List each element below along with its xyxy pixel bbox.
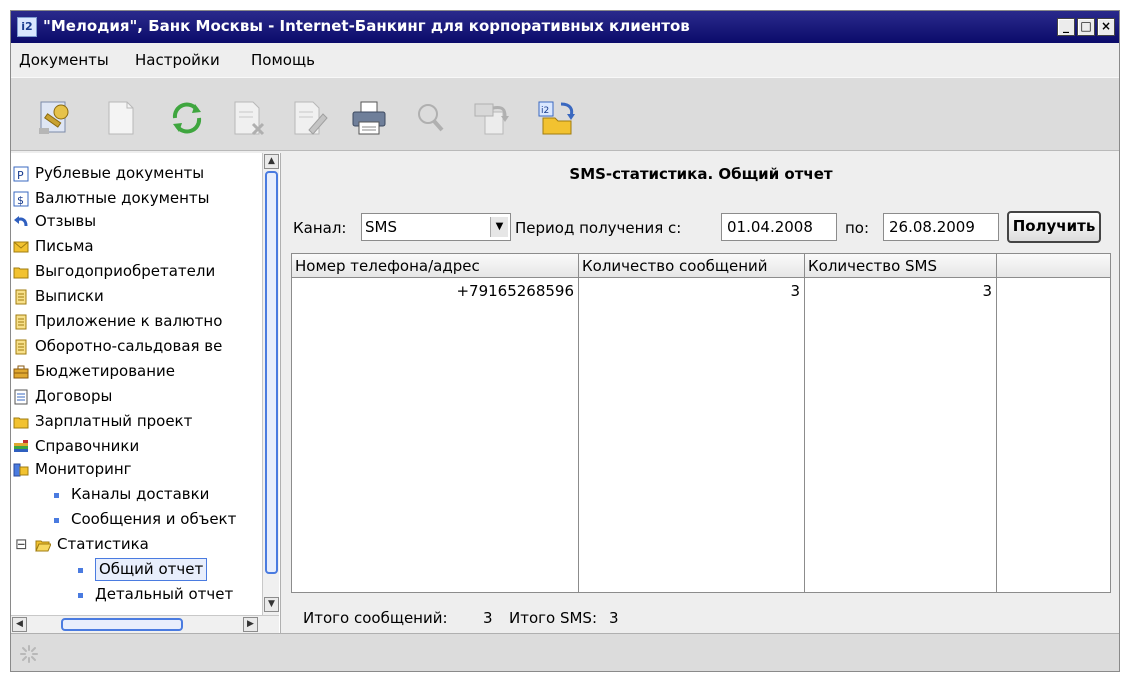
to-label: по: [845,219,870,237]
menu-bar: Документы Настройки Помощь [11,43,1119,77]
period-label: Период получения с: [515,219,682,237]
sms-statistics-panel: SMS-статистика. Общий отчет Канал: SMS ▼… [283,153,1119,633]
tree-item-label: Сообщения и объект [71,510,237,528]
svg-text:P: P [17,169,24,182]
monitoring-icon [13,463,29,477]
menu-help[interactable]: Помощь [251,51,315,69]
statement-icon [15,289,27,305]
ruble-doc-icon: P [13,166,29,182]
window-title: "Мелодия", Банк Москвы - Internet-Банкин… [43,17,690,35]
reference-books-icon [14,440,28,452]
export-icon[interactable] [469,96,513,140]
cell-phone: +79165268596 [456,282,574,300]
tree-item-label: Письма [35,237,94,255]
scroll-thumb[interactable] [265,171,278,574]
tree-item-label: Бюджетирование [35,362,176,380]
total-messages-label: Итого сообщений: [303,609,448,627]
search-icon[interactable] [409,96,453,140]
document-icon[interactable] [99,96,143,140]
app-icon: i2 [17,17,37,37]
keys-icon[interactable] [33,96,77,140]
tree-item-label: Валютные документы [35,189,210,207]
svg-text:i2: i2 [541,106,549,116]
open-folder-icon[interactable]: i2 [535,96,579,140]
cell-sms: 3 [982,282,992,300]
tree-item-label: Зарплатный проект [35,412,193,430]
main-window: i2 "Мелодия", Банк Москвы - Internet-Бан… [10,10,1120,672]
refresh-icon[interactable] [165,96,209,140]
recall-icon [14,216,28,227]
bullet-icon [78,568,83,573]
tree-item-label: Приложение к валютно [35,312,223,330]
bullet-icon [54,493,59,498]
cell-messages: 3 [790,282,800,300]
svg-text:$: $ [17,194,24,207]
scroll-right-icon[interactable]: ▶ [243,617,258,632]
get-button[interactable]: Получить [1007,211,1101,243]
contract-icon [14,389,28,405]
channel-value: SMS [365,218,397,236]
close-button[interactable]: × [1097,18,1115,36]
tree-item-label: Отзывы [35,212,97,230]
title-bar[interactable]: i2 "Мелодия", Банк Москвы - Internet-Бан… [11,11,1119,43]
date-from-input[interactable]: 01.04.2008 [721,213,837,241]
channel-select[interactable]: SMS ▼ [361,213,511,241]
toolbar: i2 [11,77,1119,151]
folder-icon [13,417,29,429]
tree-item-label: Справочники [35,437,140,455]
tree-vertical-scrollbar[interactable]: ▲ ▼ [262,153,279,615]
tree-item-label: Мониторинг [35,460,132,478]
budget-icon [13,365,29,379]
minimize-button[interactable]: _ [1057,18,1075,36]
statement-icon [15,314,27,330]
tree-item-label: Договоры [35,387,113,405]
statement-icon [15,339,27,355]
tree-item-label: Детальный отчет [95,585,234,603]
panel-title: SMS-статистика. Общий отчет [569,165,833,183]
column-header-phone[interactable]: Номер телефона/адрес [292,254,579,278]
tree-item-label: Выписки [35,287,104,305]
bullet-icon [78,593,83,598]
tree-item-label: Каналы доставки [71,485,210,503]
menu-settings[interactable]: Настройки [135,51,220,69]
total-sms-label: Итого SMS: [509,609,598,627]
scroll-left-icon[interactable]: ◀ [12,617,27,632]
open-folder-icon [35,540,51,552]
navigation-tree: P Рублевые документы $ Валютные документ… [11,153,281,633]
total-messages-value: 3 [483,609,493,627]
table-header: Номер телефона/адрес Количество сообщени… [292,254,1110,278]
channel-label: Канал: [293,219,347,237]
collapse-icon[interactable]: ⊟ [15,532,28,557]
tree-item-label: Выгодоприобретатели [35,262,216,280]
mail-icon [13,241,29,253]
total-sms-value: 3 [609,609,619,627]
maximize-button[interactable]: □ [1077,18,1095,36]
status-bar [11,633,1119,671]
tree-horizontal-scrollbar[interactable]: ◀ ▶ [11,615,279,633]
column-header-messages[interactable]: Количество сообщений [579,254,805,278]
statistics-table: Номер телефона/адрес Количество сообщени… [291,253,1111,593]
scroll-down-icon[interactable]: ▼ [264,597,279,612]
bullet-icon [54,518,59,523]
document-delete-icon[interactable] [227,96,271,140]
tree-item-label: Общий отчет [95,558,208,581]
scroll-up-icon[interactable]: ▲ [264,154,279,169]
menu-documents[interactable]: Документы [19,51,109,69]
date-to-input[interactable]: 26.08.2009 [883,213,999,241]
scroll-thumb[interactable] [61,618,183,631]
document-edit-icon[interactable] [287,96,331,140]
tree-item-label: Оборотно-сальдовая ве [35,337,223,355]
column-header-sms[interactable]: Количество SMS [805,254,997,278]
loading-spinner-icon [20,645,38,663]
tree-item-label: Рублевые документы [35,164,205,182]
dropdown-arrow-icon[interactable]: ▼ [490,217,508,237]
printer-icon[interactable] [347,96,391,140]
folder-icon [13,267,29,279]
currency-doc-icon: $ [13,191,29,207]
tree-item-label: Статистика [57,535,149,553]
